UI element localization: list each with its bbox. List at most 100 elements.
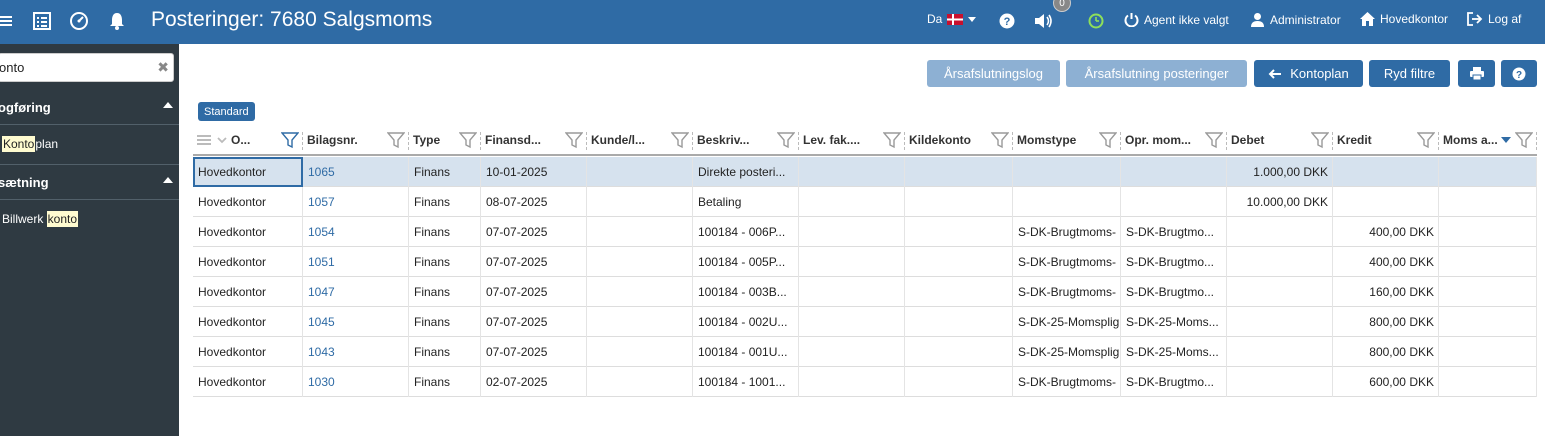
list-icon[interactable] [31,10,53,32]
table-cell: 100184 - 005P... [693,247,799,277]
bell-icon[interactable] [106,10,128,32]
column-header[interactable]: Bilagsnr. [303,126,409,156]
table-cell [587,157,693,187]
column-header[interactable]: Kredit [1333,126,1439,156]
filter-icon[interactable] [458,131,478,149]
table-cell: S-DK-Brugtmoms- [1013,277,1121,307]
column-header[interactable]: Momstype [1013,126,1121,156]
table-cell [1333,187,1439,217]
voucher-link[interactable]: 1030 [303,367,409,397]
logout-icon [1467,12,1483,26]
menu-icon[interactable] [0,10,16,32]
table-cell: Finans [409,367,481,397]
table-cell [587,307,693,337]
table-row[interactable]: Hovedkontor 1047 Finans 07-07-2025 100184 - … [193,277,1537,307]
table-cell: 07-07-2025 [481,307,587,337]
user-menu[interactable]: Administrator [1250,12,1341,27]
filter-icon[interactable] [882,131,902,149]
sidebar-item-billwerk-konto[interactable]: Billwerk konto [2,211,79,227]
sidebar-item-kontoplan[interactable]: Kontoplan [2,136,58,152]
table-cell: S-DK-Brugtmoms- [1013,217,1121,247]
sort-desc-icon[interactable] [1501,137,1511,143]
chevron-down-icon[interactable] [217,136,227,144]
voucher-link[interactable]: 1045 [303,307,409,337]
view-tag-standard[interactable]: Standard [198,102,255,121]
sidebar-group-bogforing[interactable]: ogføring [0,100,177,115]
column-header[interactable]: Kildekonto [905,126,1013,156]
menu-search-input[interactable] [0,54,149,81]
table-row[interactable]: Hovedkontor 1051 Finans 07-07-2025 100184 - … [193,247,1537,277]
column-header[interactable]: Moms a... [1439,126,1537,156]
column-header[interactable]: Lev. fak.... [799,126,905,156]
collapse-icon[interactable] [163,177,173,183]
home-icon [1360,12,1375,26]
filter-icon[interactable] [386,131,406,149]
chevron-down-icon [968,16,977,22]
column-header[interactable]: Finansd... [481,126,587,156]
column-header[interactable]: O... [193,126,303,156]
print-button[interactable] [1458,60,1495,87]
speaker-icon[interactable] [1033,10,1055,32]
sidebar-group-afsaetning[interactable]: sætning [0,175,177,190]
year-end-log-button[interactable]: Årsafslutningslog [927,60,1060,87]
table-cell [1439,367,1537,397]
table-cell [587,277,693,307]
table-cell [587,217,693,247]
column-header[interactable]: Kunde/l... [587,126,693,156]
column-header[interactable]: Beskriv... [693,126,799,156]
language-selector[interactable]: Da [927,12,977,26]
dashboard-icon[interactable] [68,10,90,32]
clear-icon[interactable]: ✖ [157,59,169,76]
table-cell [1227,307,1333,337]
office-menu[interactable]: Hovedkontor [1360,12,1448,26]
table-cell [1333,157,1439,187]
table-cell: Hovedkontor [193,247,303,277]
table-row[interactable]: Hovedkontor 1030 Finans 02-07-2025 100184 - … [193,367,1537,397]
table-cell [587,337,693,367]
table-cell: 800,00 DKK [1333,307,1439,337]
table-row[interactable]: Hovedkontor 1057 Finans 08-07-2025 Betaling 1… [193,187,1537,217]
voucher-link[interactable]: 1051 [303,247,409,277]
filter-icon[interactable] [1204,131,1224,149]
table-row[interactable]: Hovedkontor 1043 Finans 07-07-2025 100184 - … [193,337,1537,367]
year-end-postings-button[interactable]: Årsafslutning posteringer [1066,60,1247,87]
table-cell [905,277,1013,307]
clear-filters-button[interactable]: Ryd filtre [1369,60,1450,87]
clock-icon[interactable] [1085,10,1107,32]
power-icon [1124,13,1139,27]
table-row[interactable]: Hovedkontor 1054 Finans 07-07-2025 100184 - … [193,217,1537,247]
filter-icon[interactable] [1098,131,1118,149]
logout-label: Log af [1488,12,1522,26]
filter-icon[interactable] [280,131,300,149]
kontoplan-button[interactable]: Kontoplan [1254,60,1363,87]
voucher-link[interactable]: 1054 [303,217,409,247]
button-label: Årsafslutningslog [944,66,1043,81]
table-cell: 100184 - 003B... [693,277,799,307]
voucher-link[interactable]: 1043 [303,337,409,367]
filter-icon[interactable] [990,131,1010,149]
table-cell: 160,00 DKK [1333,277,1439,307]
filter-icon[interactable] [670,131,690,149]
help-icon[interactable]: ? [996,10,1018,32]
column-header[interactable]: Debet [1227,126,1333,156]
table-row[interactable]: Hovedkontor 1045 Finans 07-07-2025 100184 - … [193,307,1537,337]
filter-icon[interactable] [1416,131,1436,149]
filter-icon[interactable] [776,131,796,149]
table-row[interactable]: Hovedkontor 1065 Finans 10-01-2025 Direkte p… [193,157,1537,187]
agent-menu[interactable]: Agent ikke valgt [1124,12,1229,27]
column-header[interactable]: Opr. mom... [1121,126,1227,156]
filter-icon[interactable] [1514,131,1534,149]
voucher-link[interactable]: 1057 [303,187,409,217]
top-bar: Posteringer: 7680 Salgsmoms Da ? 0 Agent… [0,0,1545,44]
logout-link[interactable]: Log af [1467,12,1521,26]
voucher-link[interactable]: 1065 [303,157,409,187]
column-header[interactable]: Type [409,126,481,156]
column-header-label: Kredit [1337,133,1372,147]
table-cell [905,187,1013,217]
help-button[interactable]: ? [1501,60,1537,87]
drag-handle-icon[interactable] [197,134,211,146]
collapse-icon[interactable] [163,102,173,108]
filter-icon[interactable] [1310,131,1330,149]
filter-icon[interactable] [564,131,584,149]
voucher-link[interactable]: 1047 [303,277,409,307]
